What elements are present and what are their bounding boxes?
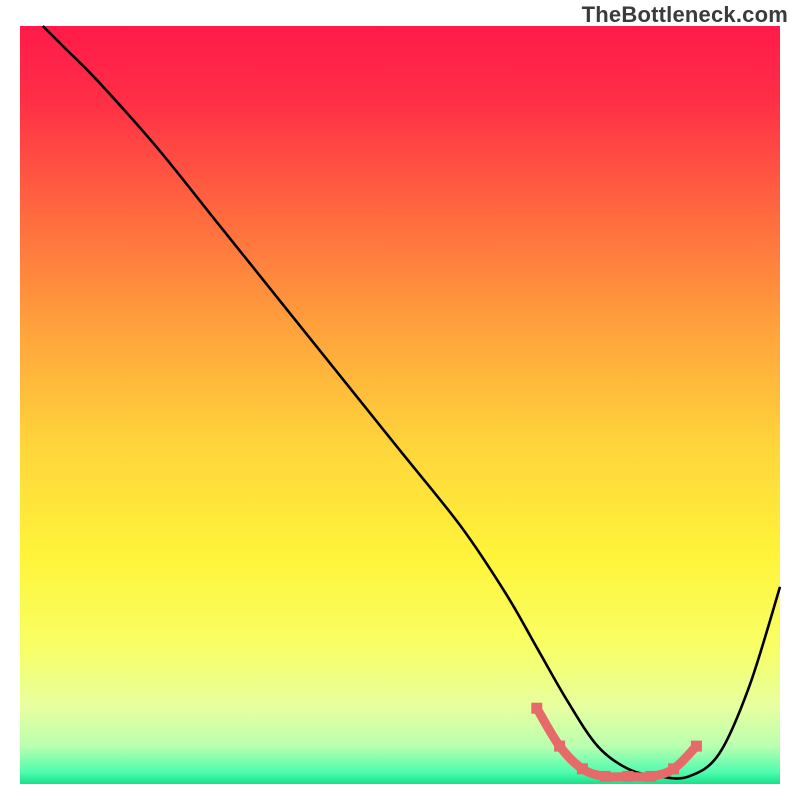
optimal-zone-marker (668, 763, 679, 774)
optimal-zone-marker (531, 703, 542, 714)
optimal-zone-marker (600, 771, 611, 782)
optimal-zone-marker (623, 771, 634, 782)
optimal-zone-marker (691, 741, 702, 752)
optimal-zone-marker (554, 741, 565, 752)
optimal-zone-marker (577, 763, 588, 774)
bottleneck-chart (0, 0, 800, 800)
gradient-background (20, 26, 780, 784)
optimal-zone-marker (645, 771, 656, 782)
